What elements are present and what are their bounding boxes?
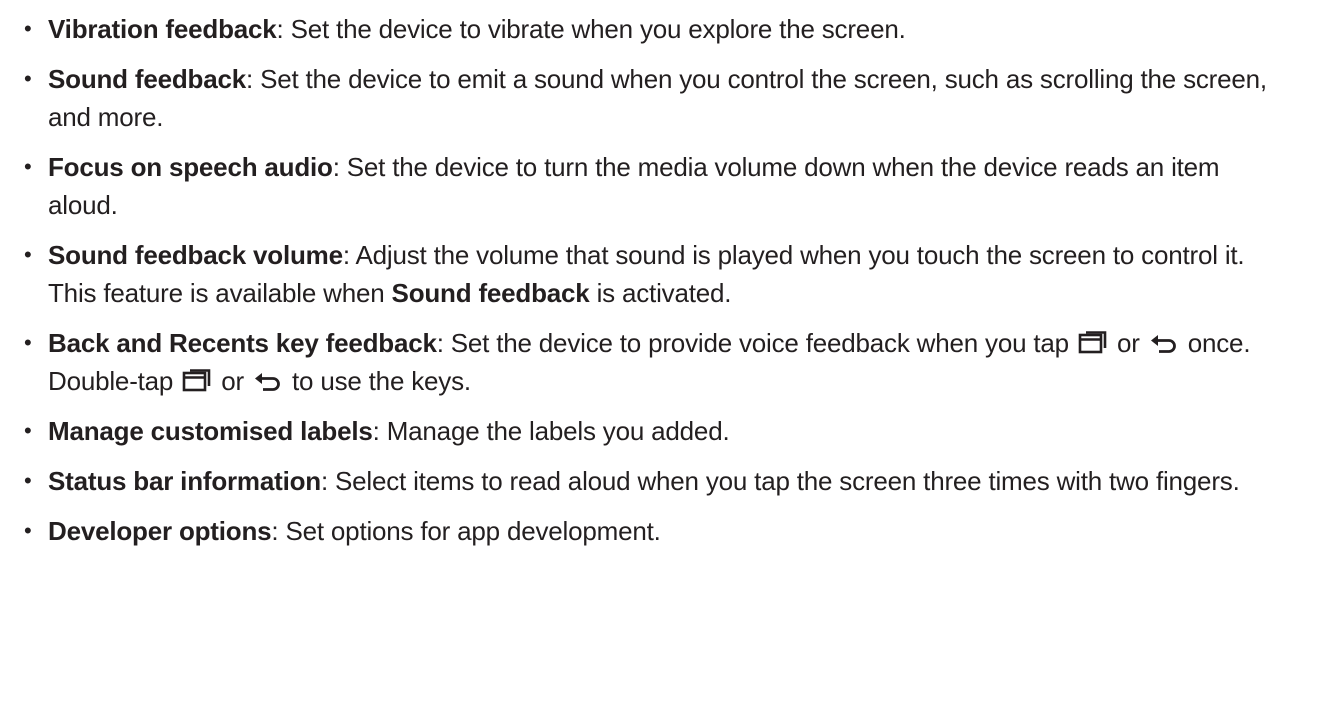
item-description: : Manage the labels you added. [372,416,730,446]
item-term: Vibration feedback [48,14,277,44]
bullet: • [24,154,32,179]
item-description: : Select items to read aloud when you ta… [320,466,1240,496]
list-item-sound-feedback-volume: • Sound feedback volume: Adjust the volu… [22,236,1294,312]
item-term: Back and Recents key feedback [48,328,437,358]
bullet: • [24,16,32,41]
document-page: • Vibration feedback: Set the device to … [0,0,1324,702]
item-description: : Set the device to vibrate when you exp… [276,14,906,44]
or-text: or [1109,328,1147,358]
recents-key-icon [182,368,212,394]
item-description: : Set options for app development. [271,516,661,546]
item-term: Status bar information [48,466,321,496]
or-text: or [214,366,251,396]
item-term: Sound feedback [48,64,247,94]
bullet: • [24,418,32,443]
back-key-icon [253,368,283,394]
list-item-vibration-feedback: • Vibration feedback: Set the device to … [22,10,1294,48]
list-item-status-bar-information: • Status bar information: Select items t… [22,462,1294,500]
item-description-tail: is activated. [589,278,732,308]
item-term: Manage customised labels [48,416,373,446]
item-description-part-3: to use the keys. [284,366,471,396]
item-description-bold: Sound feedback [391,278,590,308]
item-term: Sound feedback volume [48,240,343,270]
list-item-focus-on-speech-audio: • Focus on speech audio: Set the device … [22,148,1294,224]
feature-list: • Vibration feedback: Set the device to … [22,10,1294,550]
bullet: • [24,242,32,267]
item-description-part-1: : Set the device to provide voice feedba… [436,328,1076,358]
bullet: • [24,66,32,91]
list-item-manage-customised-labels: • Manage customised labels: Manage the l… [22,412,1294,450]
list-item-developer-options: • Developer options: Set options for app… [22,512,1294,550]
recents-key-icon [1078,330,1108,356]
item-term: Developer options [48,516,272,546]
back-key-icon [1149,330,1179,356]
list-item-sound-feedback: • Sound feedback: Set the device to emit… [22,60,1294,136]
bullet: • [24,468,32,493]
list-item-back-and-recents-key-feedback: • Back and Recents key feedback: Set the… [22,324,1294,400]
item-term: Focus on speech audio [48,152,333,182]
bullet: • [24,330,32,355]
bullet: • [24,518,32,543]
